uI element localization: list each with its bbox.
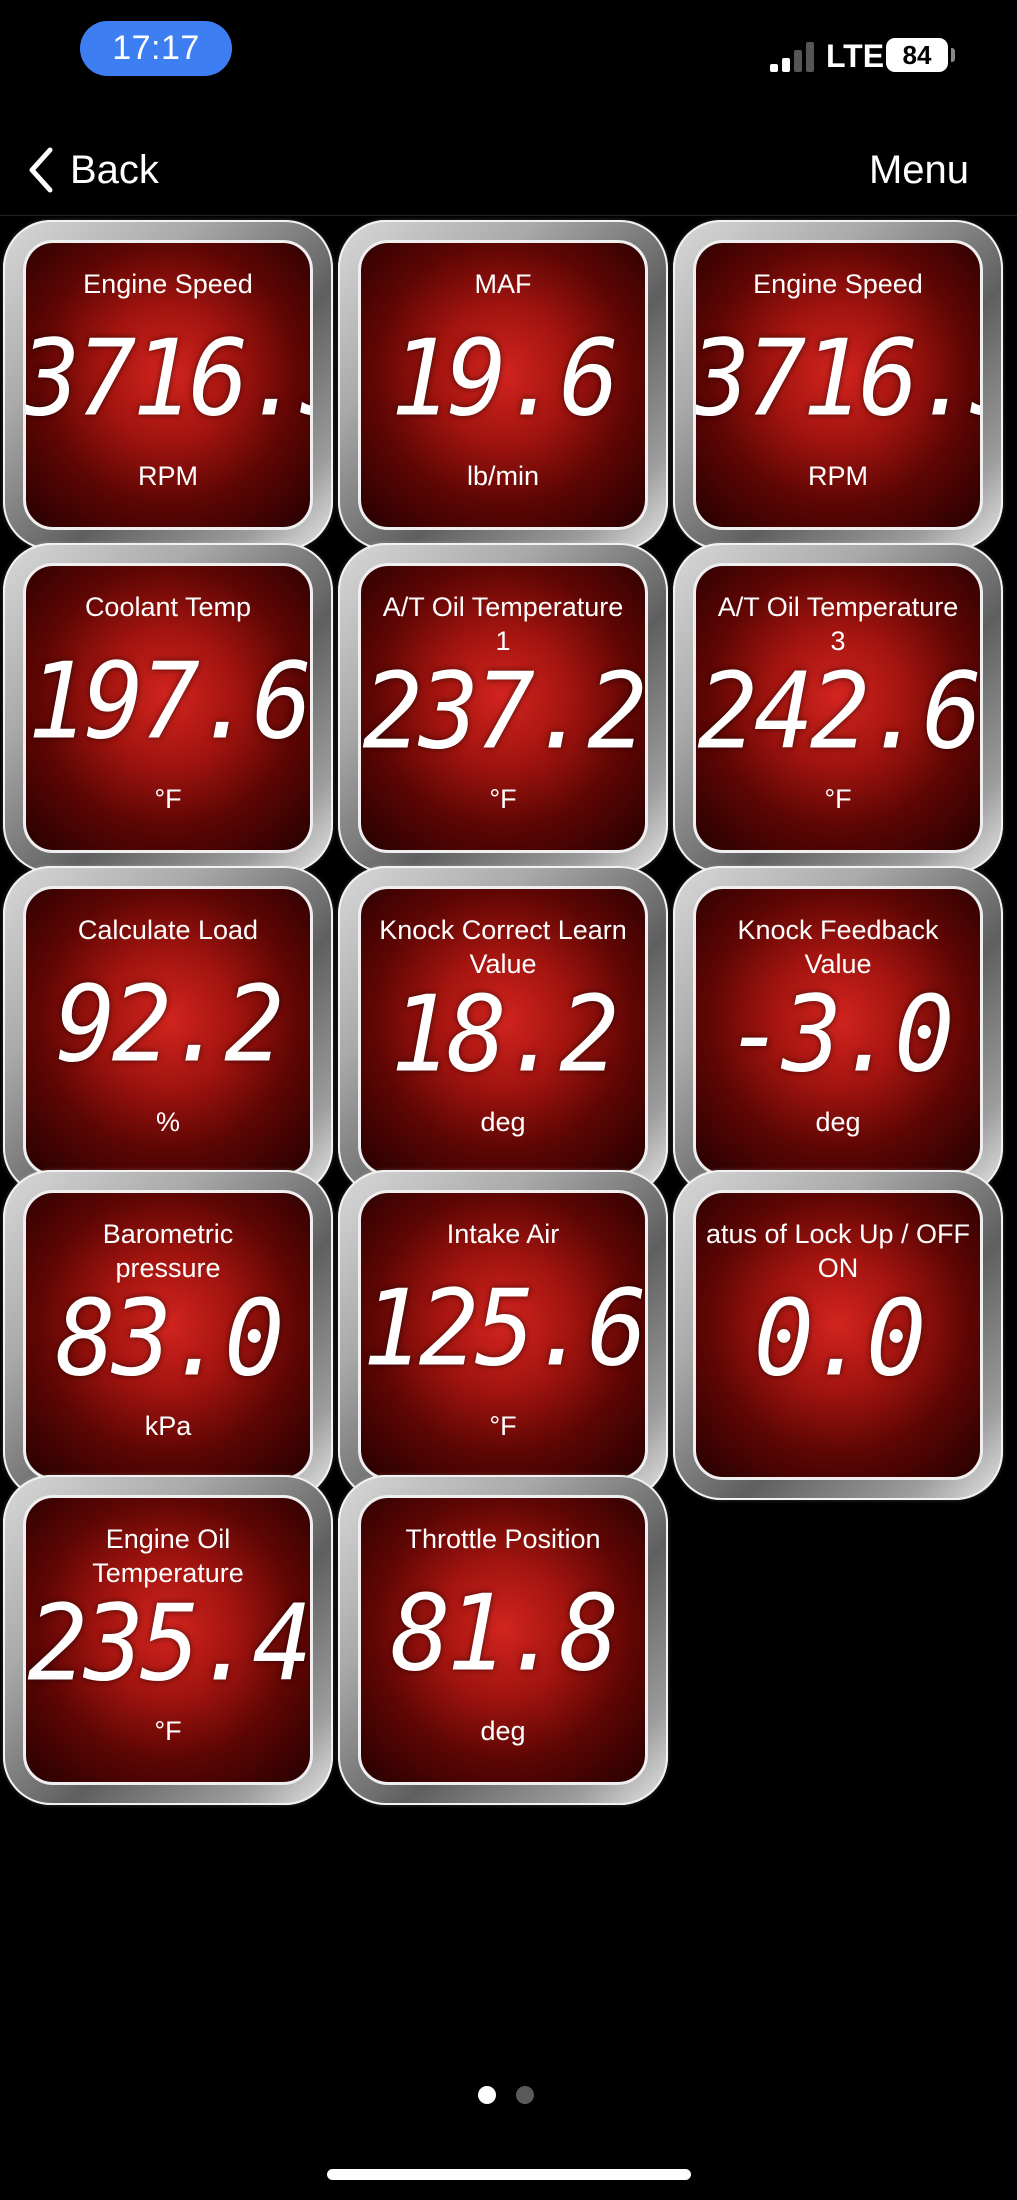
gauge-face: A/T Oil Temperature 1 237.2 °F xyxy=(358,563,648,853)
gauge-tile[interactable]: Engine Speed 3716.3 RPM xyxy=(673,220,1003,550)
gauge-face: Knock Feedback Value -3.0 deg xyxy=(693,886,983,1176)
gauge-value: 3716.3 xyxy=(693,317,980,440)
gauge-unit: kPa xyxy=(144,1411,192,1441)
nav-bar: Back Menu xyxy=(0,110,1017,216)
gauge-face: atus of Lock Up / OFF ON 0.0 xyxy=(693,1190,983,1480)
gauge-unit: deg xyxy=(815,1107,861,1137)
gauge-value: 235.4 xyxy=(27,1582,310,1705)
gauge-unit: °F xyxy=(489,784,517,814)
gauge-title: A/T Oil Temperature 3 xyxy=(717,592,959,656)
gauge-tile[interactable]: Coolant Temp 197.6 °F xyxy=(3,543,333,873)
gauge-unit: deg xyxy=(480,1107,526,1137)
gauge-unit: °F xyxy=(824,784,852,814)
gauge-title: A/T Oil Temperature 1 xyxy=(382,592,624,656)
gauge-tile[interactable]: Throttle Position 81.8 deg xyxy=(338,1475,668,1805)
gauge-unit: RPM xyxy=(138,461,198,491)
gauge-title: Knock Feedback Value xyxy=(737,915,939,979)
gauge-unit: °F xyxy=(154,784,182,814)
gauge-value: 242.6 xyxy=(697,650,980,773)
gauge-face: Knock Correct Learn Value 18.2 deg xyxy=(358,886,648,1176)
screen: 17:17 LTE 84 Back Menu Engine Speed 3716… xyxy=(0,0,1017,2200)
battery-tip xyxy=(951,48,955,62)
gauge-value: 237.2 xyxy=(362,650,645,773)
gauge-value: 19.6 xyxy=(390,317,620,440)
page-indicator[interactable] xyxy=(478,2086,534,2104)
battery-level: 84 xyxy=(902,39,932,70)
status-bar: 17:17 LTE 84 xyxy=(0,0,1017,100)
gauge-face: Barometric pressure 83.0 kPa xyxy=(23,1190,313,1480)
gauge-value: 197.6 xyxy=(27,640,310,763)
gauge-face: A/T Oil Temperature 3 242.6 °F xyxy=(693,563,983,853)
gauge-value: 92.2 xyxy=(55,963,285,1086)
gauge-title: Engine Speed xyxy=(83,269,253,299)
gauge-tile[interactable]: A/T Oil Temperature 3 242.6 °F xyxy=(673,543,1003,873)
gauge-face: MAF 19.6 lb/min xyxy=(358,240,648,530)
gauge-unit: lb/min xyxy=(466,461,540,491)
gauge-title: Calculate Load xyxy=(77,915,259,945)
gauge-value: -3.0 xyxy=(725,973,955,1096)
status-time[interactable]: 17:17 xyxy=(80,21,232,76)
gauge-tile[interactable]: atus of Lock Up / OFF ON 0.0 xyxy=(673,1170,1003,1500)
battery-icon: 84 xyxy=(886,38,948,72)
gauge-title: MAF xyxy=(474,269,532,299)
menu-button[interactable]: Menu xyxy=(869,140,969,200)
gauge-tile[interactable]: Engine Oil Temperature 235.4 °F xyxy=(3,1475,333,1805)
gauge-face: Intake Air 125.6 °F xyxy=(358,1190,648,1480)
gauge-value: 18.2 xyxy=(390,973,620,1096)
gauge-value: 81.8 xyxy=(390,1572,620,1695)
gauge-tile[interactable]: Barometric pressure 83.0 kPa xyxy=(3,1170,333,1500)
page-dot-2[interactable] xyxy=(516,2086,534,2104)
gauge-unit: °F xyxy=(489,1411,517,1441)
cellular-signal-icon xyxy=(770,40,816,72)
gauge-value: 3716.3 xyxy=(23,317,310,440)
gauge-title: Throttle Position xyxy=(405,1524,601,1554)
gauge-tile[interactable]: Knock Correct Learn Value 18.2 deg xyxy=(338,866,668,1196)
gauge-value: 83.0 xyxy=(55,1277,285,1400)
home-indicator[interactable] xyxy=(327,2169,691,2180)
gauge-face: Engine Speed 3716.3 RPM xyxy=(23,240,313,530)
network-type: LTE xyxy=(826,38,885,74)
gauge-tile[interactable]: Knock Feedback Value -3.0 deg xyxy=(673,866,1003,1196)
gauge-face: Calculate Load 92.2 % xyxy=(23,886,313,1176)
gauge-value: 0.0 xyxy=(753,1277,927,1400)
gauge-tile[interactable]: A/T Oil Temperature 1 237.2 °F xyxy=(338,543,668,873)
gauge-title: Coolant Temp xyxy=(84,592,252,622)
gauge-face: Throttle Position 81.8 deg xyxy=(358,1495,648,1785)
gauge-title: Intake Air xyxy=(446,1219,560,1249)
gauge-tile[interactable]: Calculate Load 92.2 % xyxy=(3,866,333,1196)
back-button[interactable]: Back xyxy=(26,140,159,200)
chevron-left-icon xyxy=(29,147,53,193)
gauge-title: Engine Oil Temperature xyxy=(92,1524,244,1588)
gauge-title: Engine Speed xyxy=(753,269,923,299)
gauge-face: Engine Speed 3716.3 RPM xyxy=(693,240,983,530)
gauge-unit: deg xyxy=(480,1716,526,1746)
gauge-unit: °F xyxy=(154,1716,182,1746)
gauge-title: atus of Lock Up / OFF ON xyxy=(705,1219,971,1283)
gauge-unit: % xyxy=(155,1107,180,1137)
back-label: Back xyxy=(70,147,159,192)
gauge-unit: RPM xyxy=(808,461,868,491)
gauge-face: Coolant Temp 197.6 °F xyxy=(23,563,313,853)
gauge-tile[interactable]: Engine Speed 3716.3 RPM xyxy=(3,220,333,550)
gauge-title: Barometric pressure xyxy=(102,1219,234,1283)
page-dot-1[interactable] xyxy=(478,2086,496,2104)
gauge-value: 125.6 xyxy=(362,1267,645,1390)
gauge-title: Knock Correct Learn Value xyxy=(379,915,627,979)
gauge-tile[interactable]: MAF 19.6 lb/min xyxy=(338,220,668,550)
gauge-tile[interactable]: Intake Air 125.6 °F xyxy=(338,1170,668,1500)
gauge-face: Engine Oil Temperature 235.4 °F xyxy=(23,1495,313,1785)
